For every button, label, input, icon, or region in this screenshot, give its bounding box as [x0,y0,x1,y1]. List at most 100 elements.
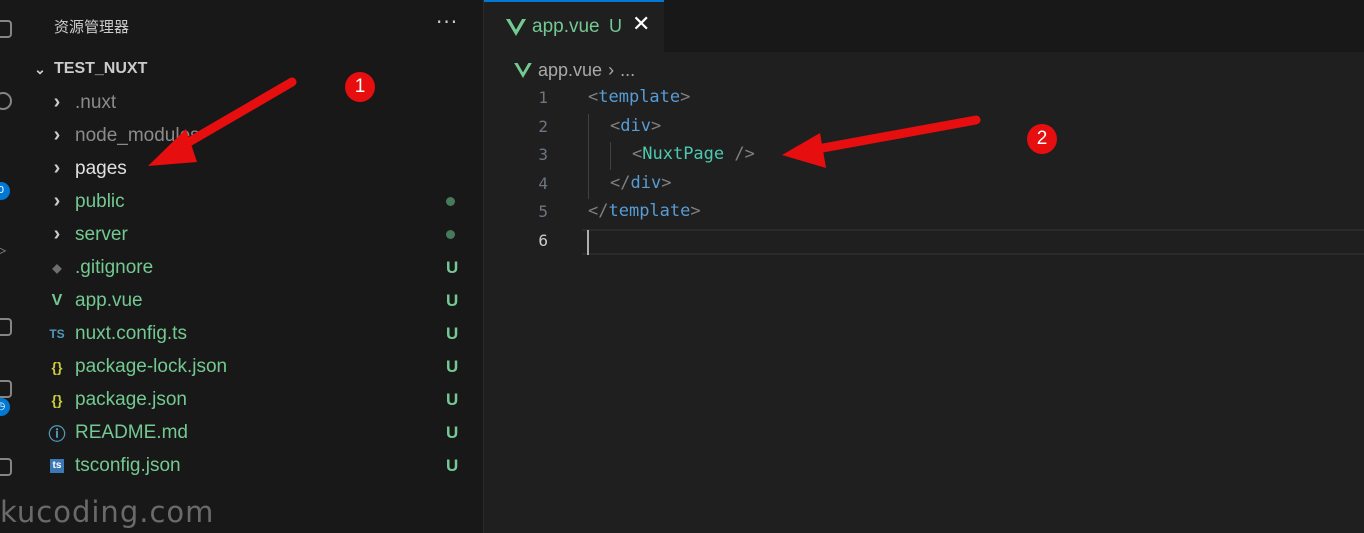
code-token: > [650,115,662,136]
vue-icon: V [51,291,63,309]
code-line: <div> [610,116,661,136]
git-status-badge: U [446,455,459,475]
code-line: <template> [588,87,690,107]
run-debug-icon[interactable]: ▷ [0,240,12,259]
code-token: /> [724,144,755,165]
workspace-root-label: TEST_NUXT [54,60,148,77]
more-actions-button[interactable]: ··· [436,10,458,34]
typescript-icon: TS [49,326,65,341]
line-number: 1 [538,88,548,107]
folder-item[interactable]: › node_modules [24,119,484,152]
explorer-icon[interactable] [0,20,12,38]
code-token: template [598,87,681,107]
code-token: < [632,144,643,165]
item-label: tsconfig.json [75,454,181,476]
code-token: > [690,201,701,222]
file-item[interactable]: TS nuxt.config.ts U [24,317,484,350]
item-label: package.json [75,388,187,410]
vue-icon [514,62,532,78]
chevron-right-icon: › [53,190,61,212]
chevron-right-icon: › [53,157,61,179]
timeline-icon[interactable]: ◷ [0,398,10,416]
git-status-badge: U [446,422,459,442]
tsconfig-icon: ts [50,458,64,473]
editor-area: app.vue U ✕ app.vue › ... 1 <template> 2 <d… [484,0,1364,533]
info-icon: ⓘ [48,425,66,444]
code-token: div [620,115,651,136]
item-label: app.vue [75,289,143,311]
code-token: < [588,87,599,107]
code-line: <NuxtPage /> [632,144,755,164]
folder-item[interactable]: › server [24,218,484,251]
accounts-icon[interactable] [0,458,12,476]
file-item[interactable]: ⓘ README.md U [24,416,484,449]
code-token: </ [588,201,609,222]
folder-item[interactable]: › public [24,185,484,218]
callout-2: 2 [1027,124,1057,154]
indent-guide [610,142,611,170]
code-token: </ [610,172,631,193]
code-token: div [630,172,662,193]
tab-label: app.vue [532,16,600,37]
line-number: 6 [538,231,548,250]
code-token: NuxtPage [642,144,725,165]
activity-bar: 0 ▷ ◷ [0,0,24,533]
folder-item[interactable]: › .nuxt [24,86,484,119]
explorer-title: 资源管理器 [54,18,130,36]
source-control-badge: 0 [0,182,10,200]
file-item[interactable]: {} package.json U [24,383,484,416]
chevron-down-icon: ⌄ [34,60,46,77]
git-status-badge: U [446,389,459,409]
indent-guide [588,114,589,199]
item-label: node_modules [75,124,200,146]
breadcrumb: app.vue › ... [514,58,635,82]
tab-app-vue[interactable]: app.vue U ✕ [484,0,664,52]
item-label: nuxt.config.ts [75,322,187,344]
search-icon[interactable] [0,92,12,110]
code-token: > [661,172,672,193]
line-number: 2 [538,116,548,136]
chevron-right-icon: › [53,91,61,113]
code-line: </div> [610,173,671,193]
item-label: pages [75,157,127,179]
extensions-icon[interactable] [0,318,12,336]
item-label: .nuxt [75,91,117,113]
item-label: public [75,190,125,212]
item-label: package-lock.json [75,355,228,377]
git-status-badge: U [446,290,459,310]
git-icon: ◆ [52,260,62,275]
chevron-right-icon: › [53,223,61,245]
breadcrumb-separator: › [608,59,615,80]
file-item[interactable]: {} package-lock.json U [24,350,484,383]
remote-icon[interactable] [0,380,12,398]
chevron-right-icon: › [53,124,61,146]
file-item[interactable]: ts tsconfig.json U [24,449,484,482]
watermark: kucoding.com [0,495,215,529]
close-icon[interactable]: ✕ [632,12,650,37]
file-item[interactable]: Vapp.vue U [24,284,484,317]
git-status-badge: U [446,257,459,277]
line-number: 4 [538,173,548,193]
json-icon: {} [51,358,63,375]
current-line-highlight [582,229,1364,255]
git-modified-dot [446,230,455,239]
breadcrumb-file[interactable]: app.vue [538,60,602,81]
line-number: 5 [538,202,548,222]
git-status-badge: U [446,356,459,376]
item-label: server [75,223,128,245]
line-number: 3 [538,145,548,165]
item-label: README.md [75,421,188,443]
tab-status: U [609,16,622,36]
file-item[interactable]: ◆ .gitignore U [24,251,484,284]
tab-bar: app.vue U ✕ [484,0,1364,52]
callout-1: 1 [345,72,375,102]
breadcrumb-more[interactable]: ... [620,60,635,81]
folder-item[interactable]: › pages [24,152,484,185]
code-line: </template> [588,201,701,221]
json-icon: {} [51,391,63,408]
code-token: template [608,201,691,222]
git-modified-dot [446,197,455,206]
workspace-root[interactable]: ⌄ TEST_NUXT [30,58,147,80]
explorer-panel: 资源管理器 ··· ⌄ TEST_NUXT › .nuxt › node_module… [24,0,484,533]
item-label: .gitignore [75,256,154,278]
